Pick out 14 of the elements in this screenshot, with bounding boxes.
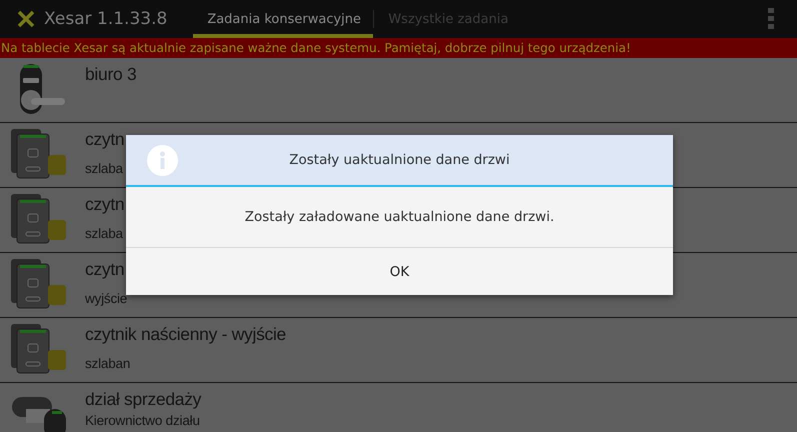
- door-name: biuro 3: [85, 63, 136, 86]
- door-group: szlaba: [85, 225, 124, 243]
- app-title: Xesar 1.1.33.8: [44, 8, 168, 31]
- warning-banner: Na tablecie Xesar są aktualnie zapisane ważne dane systemu. Pamiętaj, dobrze pilnuj tego urządzenia!: [0, 38, 797, 58]
- door-name: czytnik naścienny - wyjście: [85, 323, 286, 346]
- door-name: czytn: [85, 193, 124, 216]
- door-name: dział sprzedaży: [85, 388, 202, 411]
- door-group: szlaba: [85, 160, 124, 178]
- door-group: szlaban: [85, 355, 286, 373]
- door-name: czytn: [85, 258, 126, 281]
- dialog-title: Zostały uaktualnione dane drzwi: [288, 152, 511, 168]
- door-name: czytn: [85, 128, 124, 151]
- door-group: Kierownictwo działu: [85, 412, 202, 430]
- door-group: wyjście: [85, 290, 128, 308]
